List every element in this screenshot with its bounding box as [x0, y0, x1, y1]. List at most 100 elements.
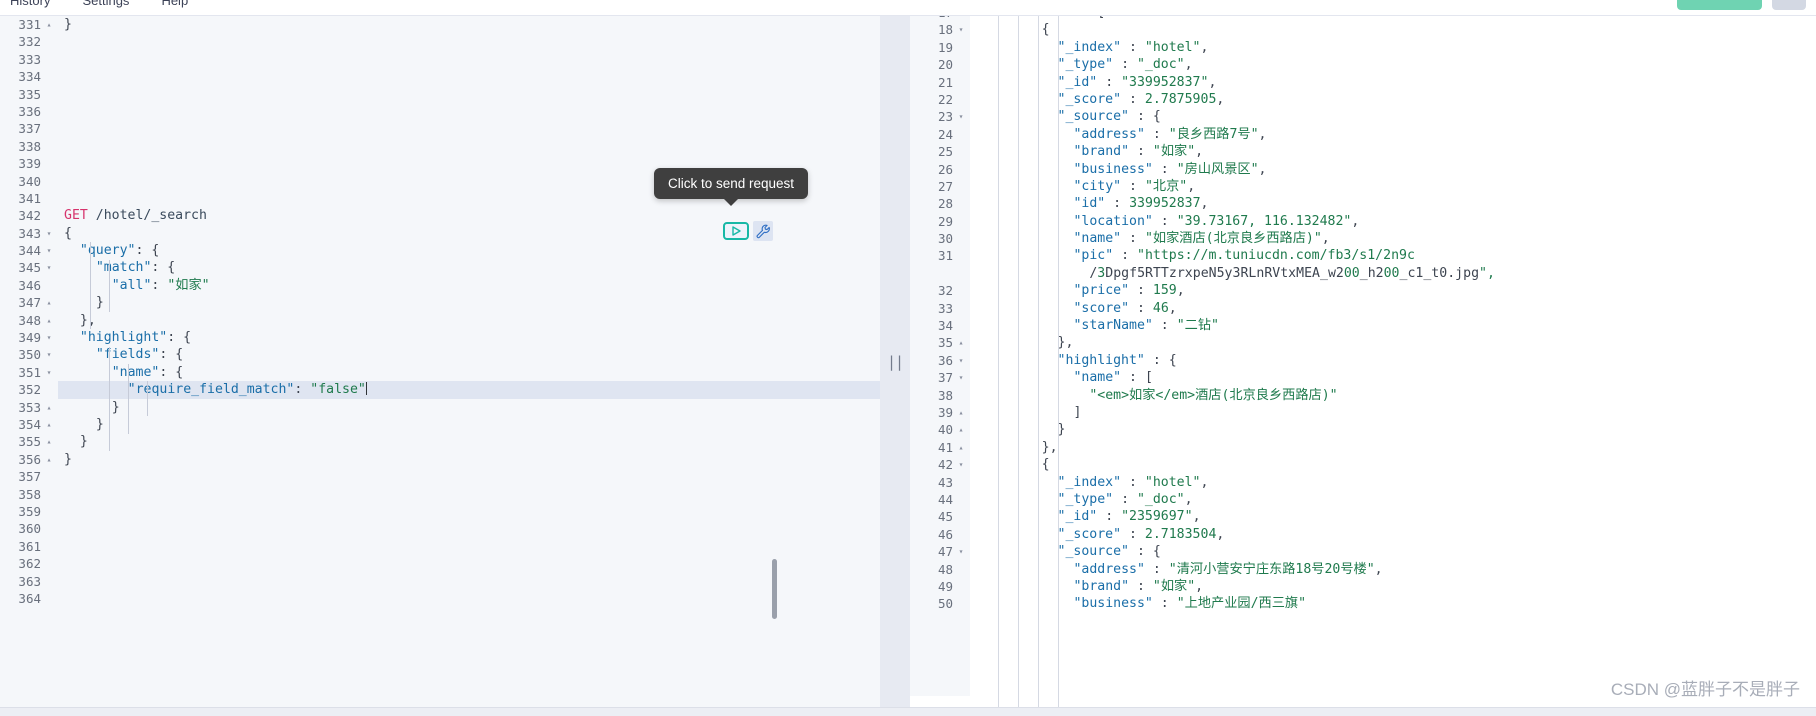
- response-code-line[interactable]: "_index" : "hotel",: [970, 474, 1816, 491]
- request-code-line[interactable]: [58, 486, 880, 503]
- response-pane[interactable]: 17▾18▾19·20·21·22·23▾24·25·26·27·28·29·3…: [910, 16, 1816, 708]
- response-code-line[interactable]: "address" : "良乡西路7号",: [970, 126, 1816, 143]
- fold-up-icon[interactable]: ▴: [44, 312, 54, 329]
- fold-up-icon[interactable]: ▴: [956, 334, 966, 351]
- request-code-line[interactable]: }: [58, 294, 880, 311]
- play-icon[interactable]: [723, 222, 749, 240]
- wrench-icon[interactable]: [753, 221, 773, 241]
- fold-up-icon[interactable]: ▴: [956, 439, 966, 456]
- response-code-line[interactable]: "_source" : {: [970, 108, 1816, 125]
- primary-action-button[interactable]: [1677, 0, 1762, 10]
- response-code-line[interactable]: "highlight" : {: [970, 352, 1816, 369]
- menu-item-settings[interactable]: Settings: [78, 0, 133, 10]
- request-code-line[interactable]: "require_field_match": "false": [58, 381, 880, 399]
- response-code-line[interactable]: /3Dpgf5RTTzrxpeN5y3RLnRVtxMEA_w200_h200_…: [970, 265, 1816, 282]
- response-code-line[interactable]: ]: [970, 404, 1816, 421]
- request-code-line[interactable]: "all": "如家": [58, 277, 880, 294]
- request-code-line[interactable]: }: [58, 451, 880, 468]
- request-code-line[interactable]: [58, 51, 880, 68]
- response-code-line[interactable]: {: [970, 456, 1816, 473]
- response-code-line[interactable]: "business" : "房山风景区",: [970, 161, 1816, 178]
- request-code-line[interactable]: [58, 68, 880, 85]
- pane-splitter[interactable]: ||: [880, 16, 910, 708]
- fold-down-icon[interactable]: ▾: [44, 364, 54, 381]
- response-code-line[interactable]: "_id" : "339952837",: [970, 74, 1816, 91]
- request-code-line[interactable]: [58, 573, 880, 590]
- fold-up-icon[interactable]: ▴: [44, 433, 54, 450]
- secondary-action-button[interactable]: [1772, 0, 1806, 10]
- request-code-line[interactable]: [58, 555, 880, 572]
- request-code-line[interactable]: [58, 103, 880, 120]
- request-code-line[interactable]: [58, 120, 880, 137]
- response-code-line[interactable]: "_type" : "_doc",: [970, 491, 1816, 508]
- fold-down-icon[interactable]: ▾: [44, 346, 54, 363]
- fold-down-icon[interactable]: ▾: [44, 225, 54, 242]
- response-code-line[interactable]: "name" : [: [970, 369, 1816, 386]
- fold-down-icon[interactable]: ▾: [44, 329, 54, 346]
- request-code-area[interactable]: } GET /hotel/_search{ "query": { "match"…: [58, 16, 880, 708]
- response-code-line[interactable]: "_score" : 2.7875905,: [970, 91, 1816, 108]
- fold-down-icon[interactable]: ▾: [956, 352, 966, 369]
- response-code-line[interactable]: "score" : 46,: [970, 300, 1816, 317]
- fold-down-icon[interactable]: ▾: [956, 456, 966, 473]
- request-code-line[interactable]: "highlight": {: [58, 329, 880, 346]
- request-code-line[interactable]: }: [58, 16, 880, 33]
- fold-up-icon[interactable]: ▴: [44, 451, 54, 468]
- response-code-line[interactable]: },: [970, 334, 1816, 351]
- response-code-line[interactable]: "city" : "北京",: [970, 178, 1816, 195]
- request-code-line[interactable]: [58, 468, 880, 485]
- request-editor-pane[interactable]: 331▴332·333· 334·335·336· 337·338· 339·340·…: [0, 16, 880, 708]
- request-vertical-scrollbar[interactable]: [772, 559, 777, 619]
- fold-down-icon[interactable]: ▾: [956, 369, 966, 386]
- response-code-line[interactable]: "<em>如家</em>酒店(北京良乡西路店)": [970, 387, 1816, 404]
- request-code-line[interactable]: [58, 538, 880, 555]
- request-code-line[interactable]: },: [58, 312, 880, 329]
- request-code-line[interactable]: [58, 503, 880, 520]
- fold-down-icon[interactable]: ▾: [956, 21, 966, 38]
- request-code-line[interactable]: "fields": {: [58, 346, 880, 363]
- menu-item-history[interactable]: History: [6, 0, 54, 10]
- request-code-line[interactable]: }: [58, 416, 880, 433]
- fold-up-icon[interactable]: ▴: [956, 421, 966, 438]
- response-code-line[interactable]: "_source" : {: [970, 543, 1816, 560]
- response-code-line[interactable]: "_index" : "hotel",: [970, 39, 1816, 56]
- request-code-line[interactable]: [58, 590, 880, 607]
- response-code-line[interactable]: {: [970, 21, 1816, 38]
- response-code-line[interactable]: "brand" : "如家",: [970, 578, 1816, 595]
- fold-up-icon[interactable]: ▴: [44, 416, 54, 433]
- request-code-line[interactable]: "name": {: [58, 364, 880, 381]
- request-code-line[interactable]: "query": {: [58, 242, 880, 259]
- fold-up-icon[interactable]: ▴: [44, 399, 54, 416]
- fold-up-icon[interactable]: ▴: [44, 294, 54, 311]
- menu-item-help[interactable]: Help: [157, 0, 192, 10]
- response-code-line[interactable]: "address" : "清河小营安宁庄东路18号20号楼",: [970, 561, 1816, 578]
- response-code-line[interactable]: "location" : "39.73167, 116.132482",: [970, 213, 1816, 230]
- response-code-line[interactable]: "name" : "如家酒店(北京良乡西路店)",: [970, 230, 1816, 247]
- response-code-area[interactable]: "hits" : [ { "_index" : "hotel", "_type"…: [970, 16, 1816, 696]
- response-code-line[interactable]: "brand" : "如家",: [970, 143, 1816, 160]
- fold-down-icon[interactable]: ▾: [956, 108, 966, 125]
- request-code-line[interactable]: [58, 138, 880, 155]
- response-code-line[interactable]: },: [970, 439, 1816, 456]
- fold-up-icon[interactable]: ▴: [956, 404, 966, 421]
- response-code-line[interactable]: "business" : "上地产业园/西三旗": [970, 595, 1816, 612]
- response-code-line[interactable]: "_type" : "_doc",: [970, 56, 1816, 73]
- fold-up-icon[interactable]: ▴: [44, 16, 54, 33]
- response-code-line[interactable]: "_id" : "2359697",: [970, 508, 1816, 525]
- request-code-line[interactable]: }: [58, 433, 880, 450]
- response-code-line[interactable]: "pic" : "https://m.tuniucdn.com/fb3/s1/2…: [970, 247, 1816, 264]
- request-code-line[interactable]: [58, 86, 880, 103]
- request-code-line[interactable]: [58, 33, 880, 50]
- request-code-line[interactable]: }: [58, 399, 880, 416]
- fold-down-icon[interactable]: ▾: [44, 259, 54, 276]
- request-code-line[interactable]: "match": {: [58, 259, 880, 276]
- request-line-number: 341·: [18, 190, 41, 206]
- response-code-line[interactable]: "starName" : "二钻": [970, 317, 1816, 334]
- fold-down-icon[interactable]: ▾: [956, 543, 966, 560]
- fold-down-icon[interactable]: ▾: [44, 242, 54, 259]
- response-code-line[interactable]: "id" : 339952837,: [970, 195, 1816, 212]
- request-code-line[interactable]: [58, 520, 880, 537]
- response-code-line[interactable]: }: [970, 421, 1816, 438]
- response-code-line[interactable]: "price" : 159,: [970, 282, 1816, 299]
- response-code-line[interactable]: "_score" : 2.7183504,: [970, 526, 1816, 543]
